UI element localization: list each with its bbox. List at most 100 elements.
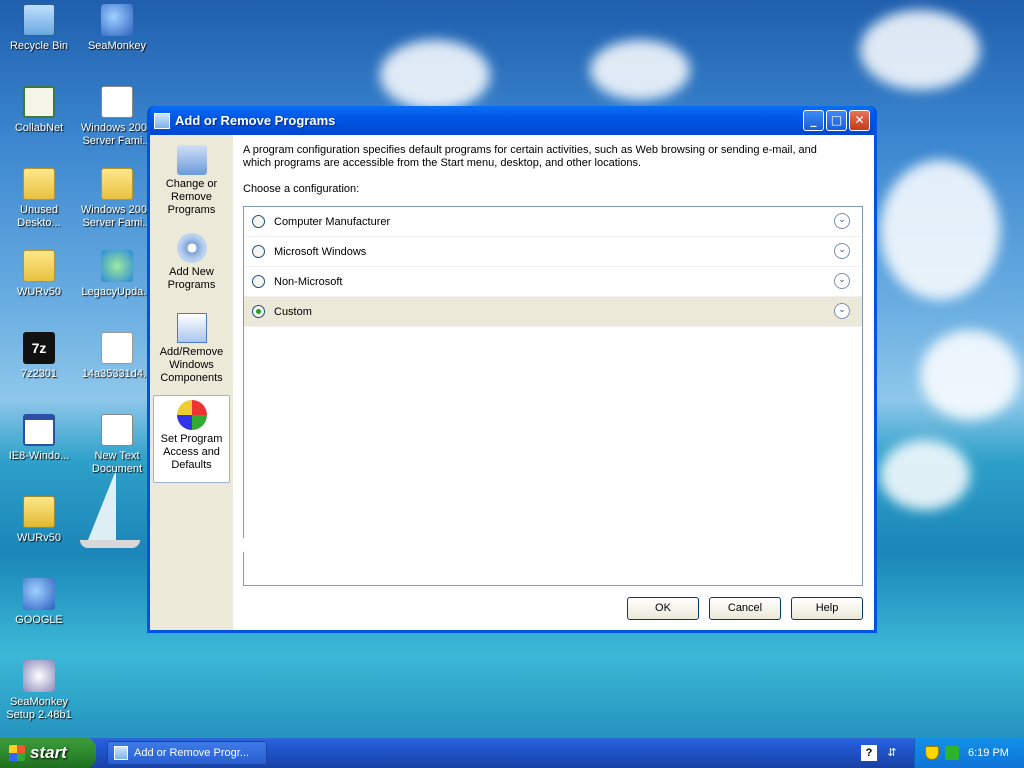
- option-microsoft-windows[interactable]: Microsoft Windows ⌄: [244, 237, 862, 267]
- radio-button[interactable]: [252, 275, 265, 288]
- window-client-area: Change or Remove Programs Add New Progra…: [150, 135, 874, 630]
- text-document-icon: [101, 414, 133, 446]
- taskbar-button-add-remove-programs[interactable]: Add or Remove Progr...: [107, 741, 267, 765]
- desktop-icon-seamonkey-setup[interactable]: SeaMonkey Setup 2.48b1: [0, 660, 78, 722]
- maximize-button[interactable]: □: [826, 110, 847, 131]
- desktop-icon-7zip[interactable]: 7z 7z2301: [0, 332, 78, 381]
- document-icon: [101, 86, 133, 118]
- desktop-icon-label: CollabNet: [14, 122, 64, 134]
- desktop-icon-label: SeaMonkey: [87, 40, 147, 52]
- desktop-icon-new-text-document[interactable]: New Text Document: [78, 414, 156, 476]
- expand-chevron-icon[interactable]: ⌄: [834, 243, 850, 259]
- task-nav-pane: Change or Remove Programs Add New Progra…: [150, 135, 233, 630]
- language-bar-icon[interactable]: ⇵: [884, 745, 900, 761]
- update-icon: [101, 250, 133, 282]
- close-button[interactable]: ✕: [849, 110, 870, 131]
- configuration-list: Computer Manufacturer ⌄ Microsoft Window…: [243, 206, 863, 586]
- start-label: start: [30, 743, 67, 762]
- folder-icon: [23, 168, 55, 200]
- desktop-icon-label: GOOGLE: [15, 614, 63, 626]
- clock[interactable]: 6:19 PM: [968, 738, 1009, 768]
- desktop-icon-ie8[interactable]: IE8-Windo...: [0, 414, 78, 463]
- option-label: Custom: [274, 305, 312, 318]
- option-label: Computer Manufacturer: [274, 215, 391, 228]
- desktop-icon-wurv50-folder[interactable]: WURv50: [0, 250, 78, 299]
- nav-item-change-remove-programs[interactable]: Change or Remove Programs: [150, 141, 233, 229]
- desktop-icon-media-file[interactable]: 14a35331d4...: [78, 332, 156, 381]
- desktop-icon-label: IE8-Windo...: [8, 450, 70, 462]
- windows-components-icon: [176, 313, 207, 343]
- window-app-icon: [154, 112, 170, 129]
- nav-item-label: Set Program Access and Defaults: [160, 433, 223, 471]
- start-button[interactable]: start: [0, 738, 96, 768]
- folder-icon: [101, 168, 133, 200]
- radio-button[interactable]: [252, 245, 265, 258]
- expand-chevron-icon[interactable]: ⌄: [834, 273, 850, 289]
- dialog-buttons: OK Cancel Help: [627, 597, 863, 620]
- expand-chevron-icon[interactable]: ⌄: [834, 213, 850, 229]
- collabnet-icon: [23, 86, 55, 118]
- cloud: [860, 10, 980, 90]
- desktop-icon-label: WURv50: [16, 286, 61, 298]
- cloud: [880, 440, 970, 510]
- add-new-programs-icon: [176, 233, 207, 263]
- ok-button[interactable]: OK: [627, 597, 699, 620]
- network-icon[interactable]: [945, 746, 959, 760]
- option-computer-manufacturer[interactable]: Computer Manufacturer ⌄: [244, 207, 862, 237]
- desktop-icon-label: 7z2301: [20, 368, 58, 380]
- sailboat-sail: [88, 470, 116, 540]
- zip-folder-icon: [23, 496, 55, 528]
- desktop-icon-collabnet[interactable]: CollabNet: [0, 86, 78, 135]
- desktop-icon-unused-desktop[interactable]: Unused Deskto...: [0, 168, 78, 230]
- security-shield-icon[interactable]: [925, 746, 939, 760]
- configuration-panel: A program configuration specifies defaul…: [233, 135, 874, 630]
- window-app-icon: [114, 746, 128, 760]
- program-access-defaults-icon: [176, 400, 207, 430]
- sailboat-hull: [80, 540, 140, 548]
- nav-item-label: Add New Programs: [167, 266, 216, 291]
- add-remove-programs-window: Add or Remove Programs _ □ ✕ Change or R…: [147, 106, 877, 633]
- nav-item-label: Add/Remove Windows Components: [159, 346, 224, 384]
- system-tray: 6:19 PM: [914, 738, 1024, 768]
- radio-button[interactable]: [252, 215, 265, 228]
- cloud: [920, 330, 1020, 420]
- windows-logo-icon: [9, 745, 25, 761]
- expand-chevron-icon[interactable]: ⌄: [834, 303, 850, 319]
- cloud: [590, 40, 690, 100]
- desktop-icon-recycle-bin[interactable]: Recycle Bin: [0, 4, 78, 53]
- desktop-icon-windows-2000-doc[interactable]: Windows 2000 Server Fami...: [78, 86, 156, 148]
- taskbar-button-label: Add or Remove Progr...: [134, 747, 249, 759]
- desktop-icon-label: SeaMonkey Setup 2.48b1: [6, 696, 72, 721]
- configuration-description: A program configuration specifies defaul…: [243, 144, 817, 169]
- nav-item-windows-components[interactable]: Add/Remove Windows Components: [150, 309, 233, 395]
- installer-icon: [23, 660, 55, 692]
- desktop-icon-google[interactable]: GOOGLE: [0, 578, 78, 627]
- radio-button-selected[interactable]: [252, 305, 265, 318]
- window-app-icon: [23, 414, 55, 446]
- choose-configuration-label: Choose a configuration:: [243, 183, 360, 195]
- option-label: Microsoft Windows: [274, 245, 367, 258]
- option-custom[interactable]: Custom ⌄: [244, 297, 862, 327]
- taskbar: start Add or Remove Progr... ? ⇵ 6:19 PM: [0, 738, 1024, 768]
- option-non-microsoft[interactable]: Non-Microsoft ⌄: [244, 267, 862, 297]
- minimize-button[interactable]: _: [803, 110, 824, 131]
- seamonkey-icon: [23, 578, 55, 610]
- window-title: Add or Remove Programs: [175, 113, 336, 128]
- media-file-icon: [101, 332, 133, 364]
- desktop-icon-wurv50-zip[interactable]: WURv50: [0, 496, 78, 545]
- desktop-icon-label: LegacyUpda...: [81, 286, 153, 298]
- desktop-icon-windows-2000-folder[interactable]: Windows 2000 Server Fami...: [78, 168, 156, 230]
- folder-icon: [23, 250, 55, 282]
- cloud: [880, 160, 1000, 300]
- window-titlebar[interactable]: Add or Remove Programs _ □ ✕: [150, 106, 874, 135]
- nav-item-add-new-programs[interactable]: Add New Programs: [150, 229, 233, 309]
- desktop-icon-label: Recycle Bin: [9, 40, 69, 52]
- seamonkey-icon: [101, 4, 133, 36]
- nav-item-program-access-defaults[interactable]: Set Program Access and Defaults: [153, 395, 230, 483]
- desktop-icon-legacy-update[interactable]: LegacyUpda...: [78, 250, 156, 299]
- help-button[interactable]: Help: [791, 597, 863, 620]
- desktop-icon-seamonkey[interactable]: SeaMonkey: [78, 4, 156, 53]
- help-icon[interactable]: ?: [861, 745, 877, 761]
- cancel-button[interactable]: Cancel: [709, 597, 781, 620]
- recycle-bin-icon: [23, 4, 55, 36]
